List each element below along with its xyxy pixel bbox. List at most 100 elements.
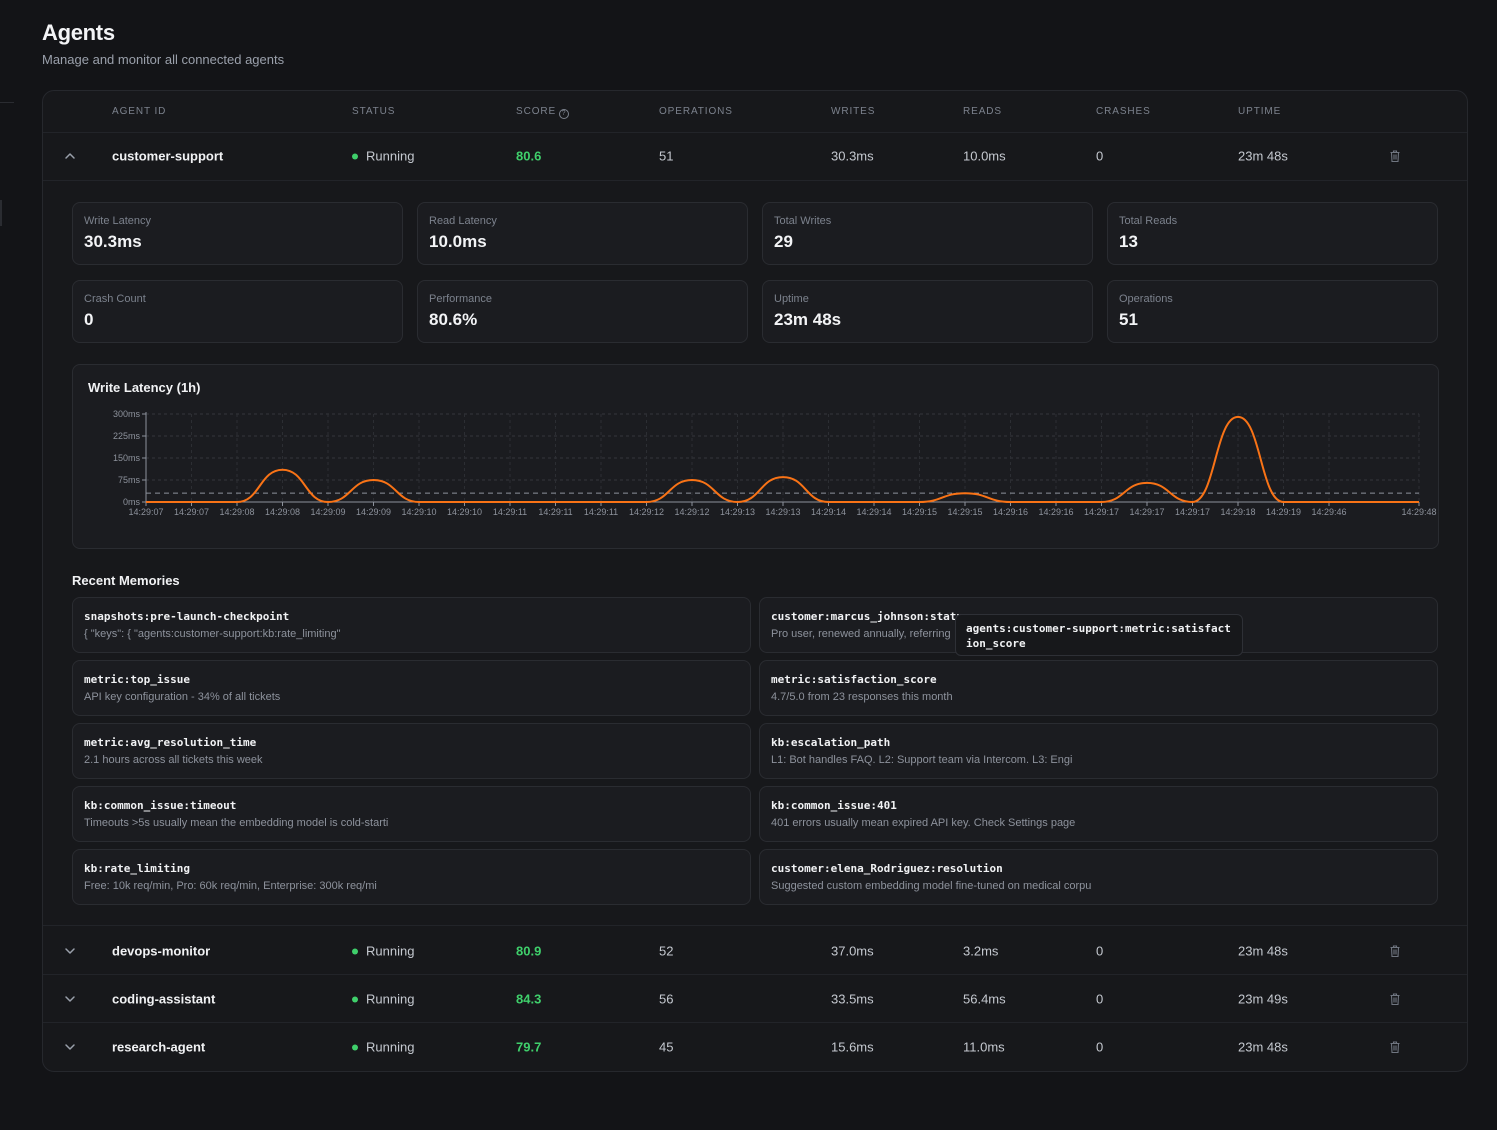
memory-card[interactable]: metric:avg_resolution_time 2.1 hours acro… [72,723,751,779]
x-tick-label: 14:29:08 [219,507,254,517]
stat-value: 0 [84,310,94,329]
recent-memories-title: Recent Memories [72,573,180,588]
memory-key: snapshots:pre-launch-checkpoint [84,610,290,623]
y-tick-label: 225ms [113,431,141,441]
stat-label: Read Latency [429,215,497,227]
memory-card[interactable]: metric:satisfaction_score 4.7/5.0 from 23… [759,660,1438,716]
y-tick-label: 0ms [123,497,141,507]
x-tick-label: 14:29:07 [128,507,163,517]
memory-value: 401 errors usually mean expired API key.… [771,817,1076,829]
reads-value: 3.2ms [963,943,999,959]
page-subtitle: Manage and monitor all connected agents [42,52,285,67]
chevron-up-icon[interactable] [63,149,77,163]
status-badge: Running [352,944,414,959]
stat-value: 80.6% [429,310,478,329]
stat-label: Operations [1119,293,1173,305]
stat-label: Uptime [774,293,809,305]
writes-value: 33.5ms [831,991,874,1006]
memory-card[interactable]: metric:top_issue API key configuration - … [72,660,751,716]
stat-value: 10.0ms [429,232,487,251]
x-tick-label: 14:29:10 [401,507,436,517]
memory-card[interactable]: kb:common_issue:401 401 errors usually me… [759,786,1438,842]
uptime-value: 23m 48s [1238,1039,1288,1054]
x-tick-label: 14:29:10 [447,507,482,517]
agent-id[interactable]: customer-support [112,149,223,164]
x-tick-label: 14:29:17 [1175,507,1210,517]
stat-label: Write Latency [84,215,152,227]
memory-card[interactable]: kb:rate_limiting Free: 10k req/min, Pro: … [72,849,751,905]
chevron-down-icon[interactable] [63,944,77,958]
x-tick-label: 14:29:11 [493,507,527,517]
x-tick-label: 14:29:12 [629,507,664,517]
operations-value: 51 [659,148,674,164]
stat-card: Total Writes 29 [762,202,1093,265]
x-tick-label: 14:29:19 [1266,507,1301,517]
stat-card: Read Latency 10.0ms [417,202,748,265]
crashes-value: 0 [1096,943,1104,959]
status-dot-icon [352,948,358,955]
memory-key: customer:elena_Rodriguez:resolution [771,862,1003,875]
table-row[interactable]: coding-assistant Running 84.3 56 33.5ms … [43,974,1467,1022]
stat-card: Crash Count 0 [72,280,403,343]
col-uptime: UPTIME [1238,106,1282,117]
x-tick-label: 14:29:11 [538,507,572,517]
uptime-value: 23m 48s [1238,148,1288,164]
score-value: 80.6 [516,148,542,164]
table-row[interactable]: research-agent Running 79.7 45 15.6ms 11… [43,1022,1467,1070]
y-tick-label: 150ms [113,453,141,463]
memory-key: customer:marcus_johnson:status [771,610,970,623]
stat-card: Total Reads 13 [1107,202,1438,265]
memory-card[interactable]: customer:elena_Rodriguez:resolution Sugge… [759,849,1438,905]
stat-card: Operations 51 [1107,280,1438,343]
sidebar-edge [0,102,14,103]
score-value: 80.9 [516,943,542,959]
table-header: AGENT ID STATUS SCORE? OPERATIONS WRITES… [43,91,1467,133]
reads-value: 11.0ms [963,1039,1005,1054]
col-score: SCORE? [516,106,570,119]
memory-key-tooltip: agents:customer-support:metric:satisfact… [955,614,1243,656]
writes-value: 37.0ms [831,943,874,959]
trash-icon[interactable] [1388,149,1402,163]
memory-card[interactable]: kb:escalation_path L1: Bot handles FAQ. L… [759,723,1438,779]
memory-key: kb:common_issue:timeout [84,799,237,812]
status-badge: Running [352,1039,414,1054]
agent-id[interactable]: research-agent [112,1039,205,1054]
trash-icon[interactable] [1388,944,1402,958]
memory-value: Timeouts >5s usually mean the embedding … [84,817,389,829]
table-row[interactable]: customer-support Running 80.6 51 30.3ms … [43,132,1467,180]
trash-icon[interactable] [1388,1040,1402,1054]
memory-value: Pro user, renewed annually, referring [771,628,951,640]
x-tick-label: 14:29:11 [584,507,618,517]
chart-canvas: 0ms 75ms 150ms 225ms 300ms 14:29:07 14:29:07 14… [113,409,1437,517]
question-circle-icon[interactable]: ? [559,109,570,119]
x-tick-label: 14:29:17 [1129,507,1164,517]
crashes-value: 0 [1096,148,1104,164]
score-value: 84.3 [516,991,542,1006]
table-row[interactable]: devops-monitor Running 80.9 52 37.0ms 3.… [43,927,1467,975]
memory-key: kb:rate_limiting [84,862,190,875]
x-tick-label: 14:29:08 [265,507,300,517]
uptime-value: 23m 49s [1238,991,1288,1006]
stat-value: 13 [1119,232,1138,251]
trash-icon[interactable] [1388,992,1402,1006]
agent-id[interactable]: coding-assistant [112,991,215,1006]
chevron-down-icon[interactable] [63,1040,77,1054]
memory-value: Free: 10k req/min, Pro: 60k req/min, Ent… [84,880,377,892]
memory-value: 2.1 hours across all tickets this week [84,754,263,766]
chevron-down-icon[interactable] [63,992,77,1006]
col-operations: OPERATIONS [659,106,733,117]
memory-card[interactable]: snapshots:pre-launch-checkpoint { "keys":… [72,597,751,653]
col-crashes: CRASHES [1096,106,1151,117]
col-writes: WRITES [831,106,876,117]
y-tick-label: 75ms [118,475,141,485]
x-tick-label: 14:29:18 [1220,507,1255,517]
memory-card[interactable]: kb:common_issue:timeout Timeouts >5s usua… [72,786,751,842]
agent-id[interactable]: devops-monitor [112,944,210,959]
x-tick-label: 14:29:12 [674,507,709,517]
page-title: Agents [42,20,115,45]
memory-value: { "keys": { "agents:customer-support:kb:… [84,628,341,640]
x-tick-label: 14:29:15 [947,507,982,517]
x-tick-label: 14:29:48 [1401,507,1436,517]
col-reads: READS [963,106,1002,117]
stat-label: Crash Count [84,293,146,305]
